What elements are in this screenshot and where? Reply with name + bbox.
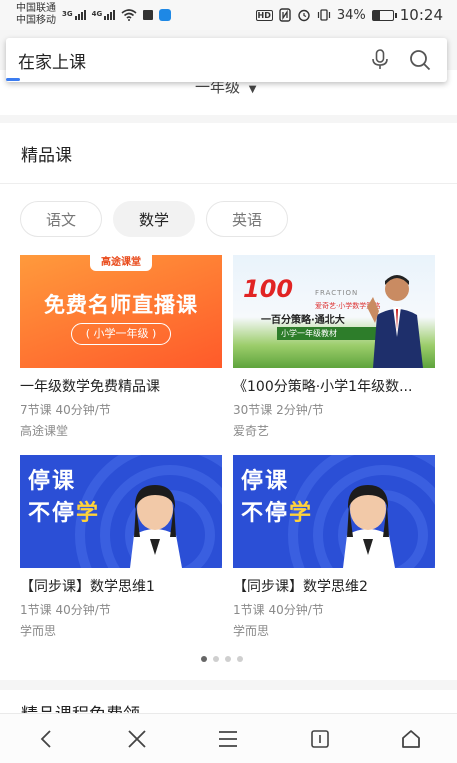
course-thumbnail[interactable]: 停课 不停学 [233, 455, 435, 568]
brand-badge: 高途课堂 [90, 255, 152, 271]
course-thumbnail[interactable]: 停课 不停学 [20, 455, 222, 568]
tab-english[interactable]: 英语 [206, 201, 288, 237]
carrier-2: 中国移动 [16, 15, 56, 26]
status-right: HD 34% 10:24 [255, 6, 443, 24]
status-bar: 中国联通 中国移动 3G 4G HD 34% 10:24 [0, 0, 457, 30]
pager-dot[interactable] [213, 656, 219, 662]
course-title[interactable]: 一年级数学免费精品课 [20, 376, 222, 396]
pager-dot[interactable] [225, 656, 231, 662]
wifi-icon [121, 9, 137, 21]
tab-chinese[interactable]: 语文 [20, 201, 102, 237]
pager-dot[interactable] [237, 656, 243, 662]
close-icon[interactable] [113, 719, 161, 759]
caret-down-icon: ▼ [248, 84, 257, 95]
alarm-icon [298, 9, 310, 22]
tabs-icon[interactable] [296, 719, 344, 759]
course-meta: 1节课 40分钟/节 [20, 603, 111, 617]
mic-icon[interactable] [365, 45, 395, 75]
thumbnail-headline: 一百分策略·通北大 [261, 315, 345, 326]
course-title[interactable]: 【同步课】数学思维1 [20, 576, 222, 596]
home-icon[interactable] [387, 719, 435, 759]
thumbnail-fraction-text: FRACTION [315, 289, 359, 297]
battery-percent: 34% [336, 7, 366, 23]
course-source: 爱奇艺 [233, 424, 270, 438]
hd-badge: HD [255, 9, 273, 21]
featured-courses-card: 精品课 语文 数学 英语 高途课堂 免费名师直播课 ( 小学一年级 ) 一年级数… [0, 123, 457, 680]
course-source: 学而思 [233, 624, 270, 638]
course-source: 学而思 [20, 624, 57, 638]
course-source: 高途课堂 [20, 424, 69, 438]
search-icon[interactable] [405, 45, 435, 75]
course-thumbnail[interactable]: 100 FRACTION 爱奇艺·小学数学策略 一百分策略·通北大 小学一年级教… [233, 255, 435, 368]
course-meta: 30节课 2分钟/节 [233, 403, 324, 417]
course-card[interactable]: 停课 不停学 【同步课】数学思维2 1节课 40分钟/节 学而思 [233, 455, 435, 639]
search-focus-indicator [6, 78, 20, 81]
student-figure [130, 485, 182, 568]
menu-icon[interactable] [204, 719, 252, 759]
search-bar[interactable]: 在家上课 [6, 38, 447, 82]
course-meta: 7节课 40分钟/节 [20, 403, 111, 417]
course-title[interactable]: 【同步课】数学思维2 [233, 576, 435, 596]
course-title[interactable]: 《100分策略·小学1年级数... [233, 376, 435, 396]
course-card[interactable]: 停课 不停学 【同步课】数学思维1 1节课 40分钟/节 学而思 [20, 455, 222, 639]
signal-2-icon: 4G [92, 10, 116, 20]
clock: 10:24 [399, 6, 443, 24]
thumbnail-line-1: 停课 [28, 469, 77, 494]
course-card[interactable]: 100 FRACTION 爱奇艺·小学数学策略 一百分策略·通北大 小学一年级教… [233, 255, 435, 439]
thumbnail-logo: 100 [243, 275, 294, 303]
thumbnail-line-1: 停课 [241, 469, 290, 494]
carousel-pager [201, 656, 243, 662]
course-thumbnail[interactable]: 高途课堂 免费名师直播课 ( 小学一年级 ) [20, 255, 222, 368]
thumbnail-subtitle: ( 小学一年级 ) [71, 323, 171, 345]
thumbnail-headline: 免费名师直播课 [44, 293, 198, 317]
student-figure [343, 485, 395, 568]
teacher-figure [367, 275, 423, 368]
back-icon[interactable] [22, 719, 70, 759]
subject-tabs: 语文 数学 英语 [20, 201, 288, 237]
battery-icon [371, 9, 397, 21]
course-meta: 1节课 40分钟/节 [233, 603, 324, 617]
nfc-icon [279, 8, 291, 22]
vibrate-icon [317, 9, 330, 21]
bottom-nav [0, 713, 457, 763]
pager-dot[interactable] [201, 656, 207, 662]
signal-1-icon: 3G [62, 10, 86, 20]
shield-app-icon [159, 9, 172, 21]
tab-math[interactable]: 数学 [113, 201, 195, 237]
section-title: 精品课 [21, 146, 72, 166]
thumbnail-line-2: 不停学 [241, 501, 314, 526]
course-card[interactable]: 高途课堂 免费名师直播课 ( 小学一年级 ) 一年级数学免费精品课 7节课 40… [20, 255, 222, 439]
carrier-1: 中国联通 [16, 3, 56, 14]
search-input[interactable]: 在家上课 [18, 48, 355, 73]
divider [0, 183, 457, 184]
thumbnail-band: 小学一年级教材 [277, 327, 377, 340]
carrier-names: 中国联通 中国移动 [16, 3, 56, 27]
stop-icon [143, 10, 154, 20]
thumbnail-line-2: 不停学 [28, 501, 101, 526]
